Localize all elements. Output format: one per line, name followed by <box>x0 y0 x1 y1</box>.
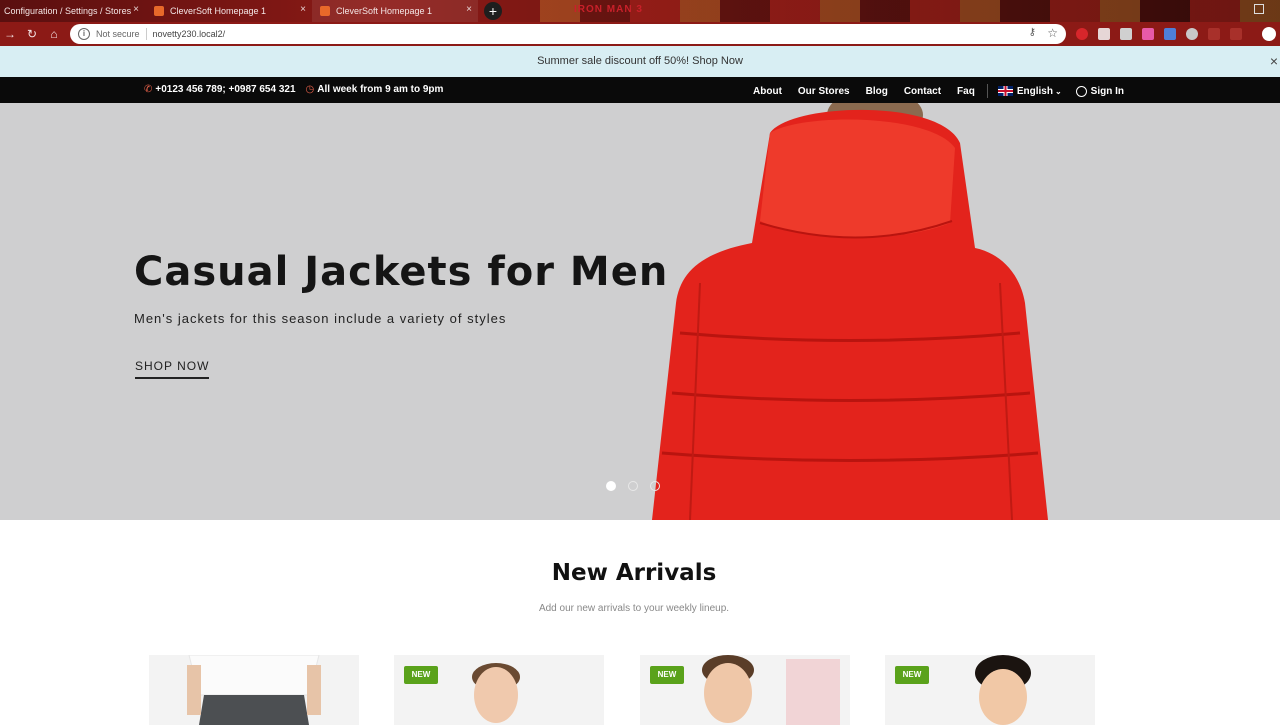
tab-title: CleverSoft Homepage 1 <box>336 6 433 16</box>
browser-toolbar: → ↻ ⌂ i Not secure novetty230.local2/ ⚷ … <box>0 22 1280 46</box>
store-top-bar: ✆ +0123 456 789; +0987 654 321 ◷ All wee… <box>0 77 1280 103</box>
new-badge: NEW <box>895 666 929 684</box>
close-icon[interactable]: × <box>1268 54 1280 68</box>
chevron-down-icon[interactable]: ⌄ <box>1055 87 1062 96</box>
nav-link-blog[interactable]: Blog <box>866 86 888 97</box>
tab-cleversoft-2[interactable]: CleverSoft Homepage 1 × <box>312 0 478 22</box>
tab-title: CleverSoft Homepage 1 <box>170 6 267 16</box>
product-card[interactable]: NEW <box>885 655 1095 725</box>
shop-now-button[interactable]: SHOP NOW <box>135 359 210 379</box>
new-arrivals-subtitle: Add our new arrivals to your weekly line… <box>538 603 730 614</box>
promo-bar: Summer sale discount off 50%! Shop Now × <box>0 46 1280 77</box>
browser-theme-art <box>540 0 1280 22</box>
url-text[interactable]: novetty230.local2/ <box>153 29 226 39</box>
new-badge: NEW <box>404 666 438 684</box>
divider <box>145 28 147 40</box>
browser-theme-text: IRON MAN 3 <box>574 4 643 15</box>
camera-extension-icon[interactable] <box>1098 28 1110 40</box>
tab-title: Configuration / Settings / Stores <box>4 6 132 16</box>
hero-slider: Casual Jackets for Men Men's jackets for… <box>0 103 1280 520</box>
user-icon <box>1075 85 1087 97</box>
close-icon[interactable]: × <box>466 4 472 15</box>
language-selector[interactable]: English <box>1017 86 1053 97</box>
product-image <box>187 655 321 725</box>
magento-favicon-icon <box>320 6 330 16</box>
settings-extension-icon[interactable] <box>1186 28 1198 40</box>
forward-icon[interactable]: → <box>2 26 18 42</box>
browser-tab-bar: IRON MAN 3 Configuration / Settings / St… <box>0 0 1280 22</box>
magento-favicon-icon <box>154 6 164 16</box>
window-restore-icon[interactable] <box>1254 4 1264 14</box>
product-card[interactable]: NEW <box>640 655 850 725</box>
profile-avatar[interactable] <box>1262 27 1276 41</box>
uk-flag-icon <box>997 86 1013 96</box>
opening-hours: All week from 9 am to 9pm <box>317 84 444 95</box>
info-icon[interactable]: i <box>78 28 90 40</box>
new-tab-button[interactable]: + <box>484 2 502 20</box>
new-arrivals-title: New Arrivals <box>551 560 717 586</box>
extension-icon[interactable] <box>1208 28 1220 40</box>
clock-icon: ◷ <box>305 84 315 95</box>
nav-link-our-stores[interactable]: Our Stores <box>798 86 850 97</box>
close-icon[interactable]: × <box>133 4 139 15</box>
key-icon[interactable]: ⚷ <box>1029 27 1036 38</box>
slider-dot-2[interactable] <box>628 481 638 491</box>
sign-in-link[interactable]: Sign In <box>1091 86 1124 97</box>
slider-dot-3[interactable] <box>650 481 660 491</box>
slider-dot-1[interactable] <box>606 481 616 491</box>
extension-icon[interactable] <box>1076 28 1088 40</box>
extension-icon[interactable] <box>1120 28 1132 40</box>
address-bar[interactable]: i Not secure novetty230.local2/ ⚷ ☆ <box>70 24 1066 44</box>
tab-cleversoft-1[interactable]: CleverSoft Homepage 1 × <box>146 0 312 22</box>
close-icon[interactable]: × <box>300 4 306 15</box>
slider-dots <box>606 481 672 491</box>
contact-info: ✆ +0123 456 789; +0987 654 321 ◷ All wee… <box>144 84 453 95</box>
extension-icon[interactable] <box>1142 28 1154 40</box>
security-label: Not secure <box>96 29 140 39</box>
product-card[interactable]: NEW <box>394 655 604 725</box>
extension-icon[interactable] <box>1230 28 1242 40</box>
top-navigation: About Our Stores Blog Contact Faq Englis… <box>737 84 1124 98</box>
phone-icon: ✆ <box>144 84 153 95</box>
phone-numbers: +0123 456 789; +0987 654 321 <box>155 84 296 95</box>
promo-text[interactable]: Summer sale discount off 50%! Shop Now <box>537 55 743 67</box>
divider <box>986 84 988 98</box>
tab-configuration[interactable]: Configuration / Settings / Stores × <box>0 0 145 22</box>
bookmark-star-icon[interactable]: ☆ <box>1047 26 1058 40</box>
hero-title: Casual Jackets for Men <box>134 249 669 295</box>
translate-extension-icon[interactable] <box>1164 28 1176 40</box>
nav-link-contact[interactable]: Contact <box>904 86 941 97</box>
nav-link-faq[interactable]: Faq <box>957 86 975 97</box>
nav-link-about[interactable]: About <box>753 86 782 97</box>
hero-subtitle: Men's jackets for this season include a … <box>134 311 507 326</box>
home-icon[interactable]: ⌂ <box>46 26 62 42</box>
product-card[interactable] <box>149 655 359 725</box>
new-badge: NEW <box>650 666 684 684</box>
reload-icon[interactable]: ↻ <box>24 26 40 42</box>
